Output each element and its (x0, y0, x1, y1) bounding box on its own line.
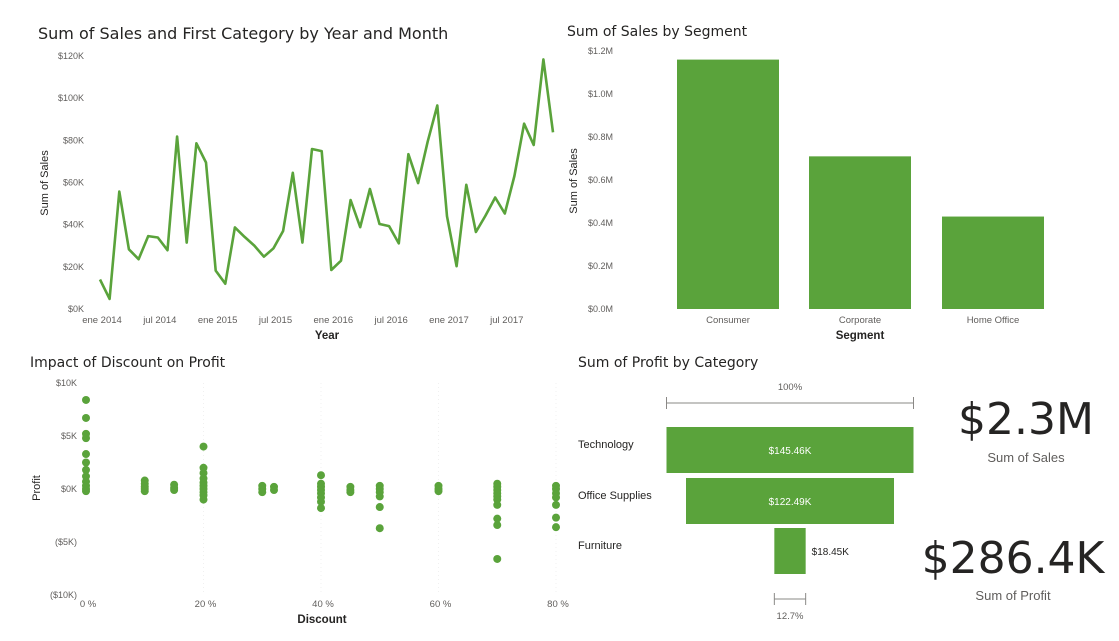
y-tick-label: $0.4M (588, 218, 613, 228)
funnel-category-label: Technology (578, 439, 634, 451)
scatter-point (552, 523, 560, 532)
y-tick-label: ($10K) (50, 590, 77, 600)
scatter-point (82, 434, 90, 443)
x-tick-label: ene 2016 (314, 315, 354, 326)
scatter-point (346, 488, 355, 497)
x-tick-label: 80 % (547, 599, 569, 610)
sales-line (98, 58, 555, 301)
scatter-point (82, 458, 90, 467)
scatter-point (82, 487, 90, 496)
x-tick-label: jul 2016 (374, 315, 408, 326)
x-tick-label: ene 2014 (82, 315, 122, 326)
scatter-point (493, 521, 502, 530)
scatter-point (375, 524, 384, 533)
y-tick-label: $100K (58, 93, 84, 103)
line-chart[interactable]: $0K $20K $40K $60K $80K $100K $120K ene 2014 jul… (0, 0, 560, 345)
y-tick-label: $20K (63, 262, 84, 272)
scatter-point (317, 504, 325, 513)
x-axis-title: Segment (836, 330, 885, 342)
segment-bar (942, 216, 1044, 309)
y-tick-label: $1.2M (588, 46, 613, 56)
x-tick-label: Home Office (967, 315, 1020, 326)
sales-kpi-label: Sum of Sales (987, 450, 1065, 465)
y-tick-label: $120K (58, 51, 84, 61)
bar-chart[interactable]: $0.0M $0.2M $0.4M $0.6M $0.8M $1.0M $1.2M Consu… (560, 0, 1119, 345)
y-tick-label: $0.8M (588, 132, 613, 142)
y-tick-label: $1.0M (588, 89, 613, 99)
x-tick-label: 60 % (430, 599, 452, 610)
y-tick-label: $0.6M (588, 175, 613, 185)
funnel-bar (774, 528, 806, 574)
x-tick-label: 20 % (195, 599, 217, 610)
segment-bar (809, 156, 911, 309)
y-tick-label: $40K (63, 220, 84, 230)
y-tick-label: $0K (68, 304, 84, 314)
scatter-point (552, 500, 560, 509)
scatter-point (199, 442, 208, 451)
scatter-point (82, 450, 90, 459)
y-tick-label: $60K (63, 178, 84, 188)
funnel-chart[interactable]: 100% Technology $145.46K Office Supplies $12… (570, 345, 930, 641)
segment-bar (677, 59, 779, 309)
x-tick-label: Consumer (706, 315, 750, 326)
x-axis-title: Year (315, 330, 340, 342)
scatter-point (493, 554, 502, 563)
scatter-point (258, 488, 267, 497)
x-tick-label: 40 % (312, 599, 334, 610)
scatter-point (270, 486, 278, 495)
scatter-point (170, 486, 179, 495)
x-tick-label: jul 2015 (258, 315, 292, 326)
y-tick-label: ($5K) (55, 537, 77, 547)
scatter-point (140, 487, 149, 496)
scatter-point (552, 513, 560, 522)
y-tick-label: $0.0M (588, 304, 613, 314)
scatter-point (199, 495, 208, 504)
funnel-value-label: $145.46K (769, 446, 812, 457)
profit-kpi-value: $286.4K (921, 533, 1105, 584)
funnel-category-label: Furniture (578, 540, 622, 552)
scatter-chart[interactable]: $10K $5K $0K ($5K) ($10K)0 % 20 % 40 % 60 % 80 %… (0, 345, 570, 641)
scatter-point (375, 492, 384, 501)
top-percent-label: 100% (778, 382, 803, 393)
y-tick-label: $80K (63, 135, 84, 145)
y-axis-title: Profit (31, 475, 43, 501)
y-axis-title: Sum of Sales (39, 150, 51, 216)
y-tick-label: $10K (56, 378, 77, 388)
x-tick-label: ene 2017 (429, 315, 469, 326)
funnel-value-label: $18.45K (812, 547, 850, 558)
scatter-point (82, 413, 90, 422)
y-tick-label: $5K (61, 431, 77, 441)
funnel-category-label: Office Supplies (578, 490, 652, 502)
funnel-value-label: $122.49K (769, 497, 812, 508)
scatter-point (375, 503, 384, 512)
scatter-point (317, 471, 325, 480)
y-tick-label: $0K (61, 484, 77, 494)
y-tick-label: $0.2M (588, 261, 613, 271)
bottom-percent-label: 12.7% (777, 611, 804, 622)
x-tick-label: Corporate (839, 315, 881, 326)
x-tick-label: ene 2015 (198, 315, 238, 326)
profit-kpi-label: Sum of Profit (975, 588, 1051, 603)
scatter-point (434, 487, 443, 496)
x-axis-title: Discount (297, 614, 346, 626)
scatter-point (552, 493, 560, 502)
scatter-point (493, 500, 502, 509)
scatter-point (82, 395, 90, 404)
x-tick-label: jul 2017 (489, 315, 523, 326)
x-tick-label: 0 % (80, 599, 97, 610)
y-axis-title: Sum of Sales (568, 148, 580, 214)
x-tick-label: jul 2014 (142, 315, 176, 326)
sales-kpi-value: $2.3M (958, 394, 1094, 445)
